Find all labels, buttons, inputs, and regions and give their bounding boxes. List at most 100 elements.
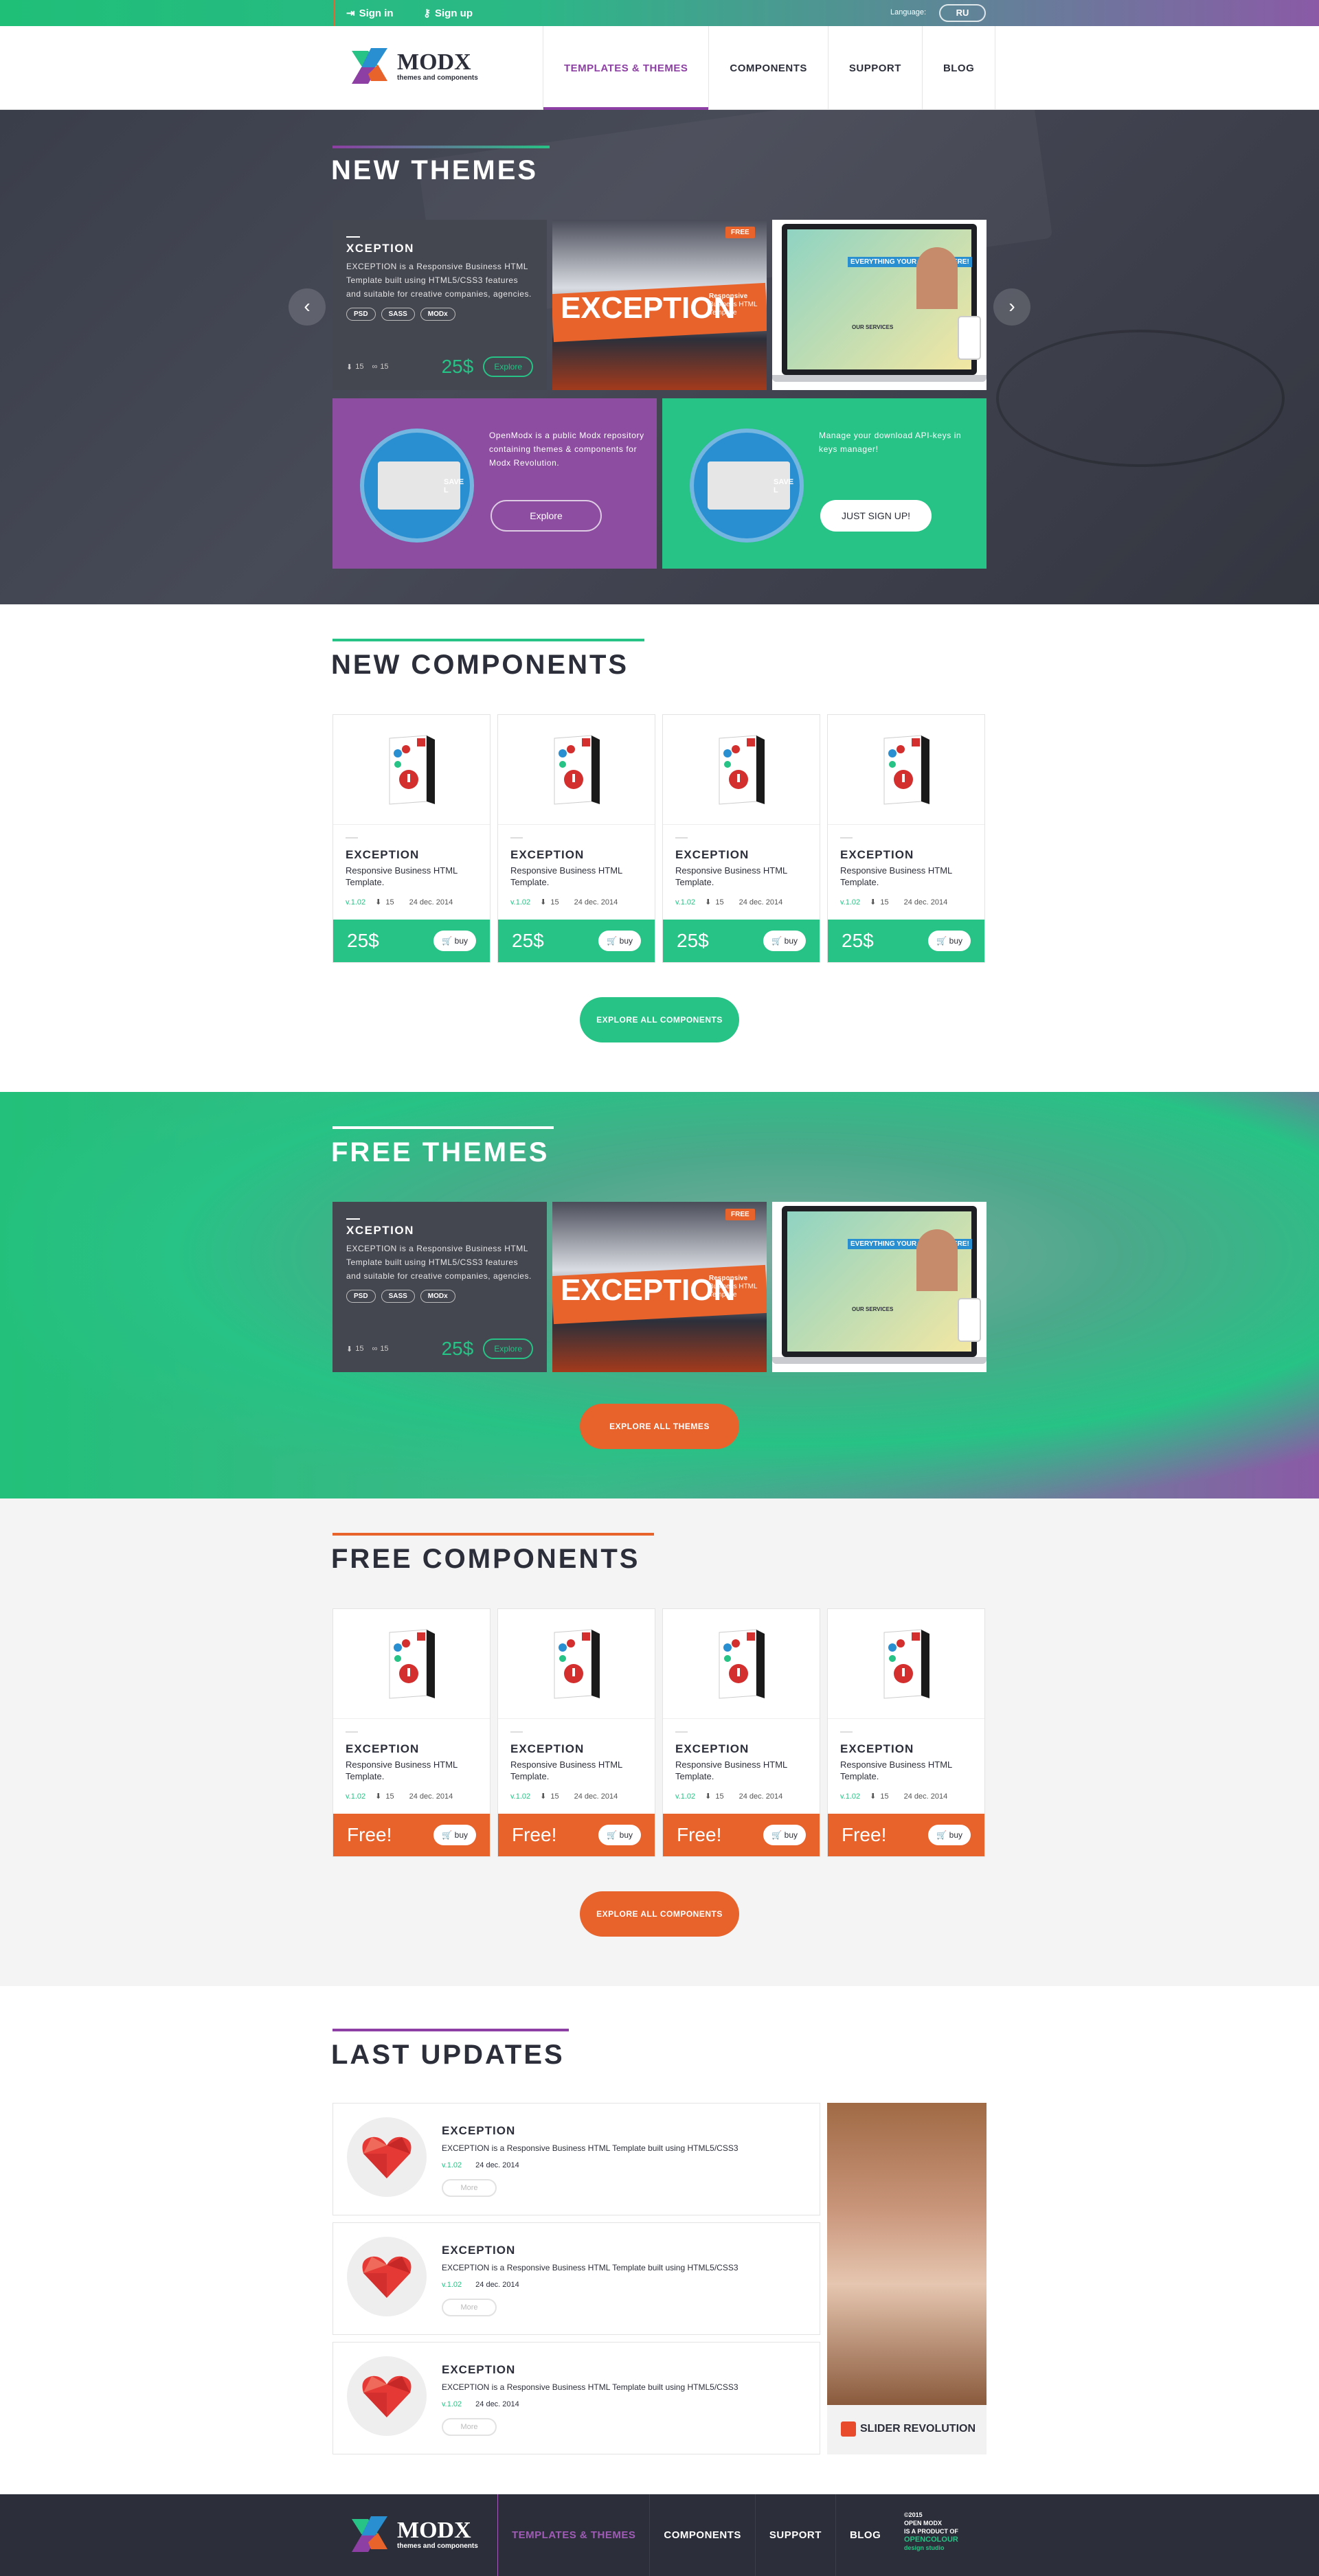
- slider-revolution-ad[interactable]: SLIDER REVOLUTION: [827, 2103, 987, 2454]
- nav-support[interactable]: SUPPORT: [828, 26, 923, 110]
- buy-button[interactable]: 🛒 buy: [433, 1825, 476, 1845]
- theme-card-footer: ⬇ 15 ∞ 15 25$ Explore: [346, 356, 533, 378]
- heart-icon: [362, 2375, 412, 2417]
- buy-button[interactable]: 🛒 buy: [763, 931, 806, 951]
- promo-explore-button[interactable]: Explore: [491, 500, 602, 532]
- views-icon: ∞: [372, 363, 378, 371]
- cart-icon: 🛒: [936, 936, 949, 946]
- buy-button[interactable]: 🛒 buy: [928, 1825, 971, 1845]
- carousel-prev-button[interactable]: ‹: [289, 288, 326, 326]
- software-box-icon: [554, 1628, 600, 1699]
- sign-up-button[interactable]: JUST SIGN UP!: [820, 500, 932, 532]
- heart-avatar: [347, 2356, 427, 2436]
- theme-description: EXCEPTION is a Responsive Business HTML …: [346, 262, 532, 299]
- free-theme-screenshot[interactable]: EXCEPTION Responsive Business HTML Templ…: [552, 1202, 767, 1372]
- footer-logo[interactable]: MODX themes and components: [348, 2512, 478, 2556]
- component-price: Free!: [677, 1824, 722, 1845]
- buy-button[interactable]: 🛒 buy: [598, 1825, 641, 1845]
- logo[interactable]: MODX themes and components: [348, 44, 478, 88]
- title-underline: [332, 1533, 654, 1536]
- free-theme-card[interactable]: XCEPTION EXCEPTION is a Responsive Busin…: [332, 1202, 547, 1372]
- sign-in-link[interactable]: ⇥ Sign in: [346, 7, 394, 20]
- theme-explore-button[interactable]: Explore: [483, 1338, 533, 1359]
- buy-button[interactable]: 🛒 buy: [928, 931, 971, 951]
- theme-explore-button[interactable]: Explore: [483, 356, 533, 377]
- download-icon: ⬇: [375, 898, 382, 907]
- component-date: 24 dec. 2014: [409, 1792, 453, 1801]
- update-version: v.1.02: [442, 2161, 462, 2169]
- footer-credits: ©2015 OPEN MODX IS A PRODUCT OF OPENCOLO…: [904, 2511, 958, 2551]
- carousel-next-button[interactable]: ›: [993, 288, 1030, 326]
- update-description: EXCEPTION is a Responsive Business HTML …: [442, 2382, 739, 2392]
- language-selector[interactable]: RU: [939, 4, 986, 22]
- tag-sass[interactable]: SASS: [381, 308, 415, 321]
- update-version: v.1.02: [442, 2400, 462, 2408]
- component-date: 24 dec. 2014: [409, 898, 453, 907]
- component-card[interactable]: EXCEPTION Responsive Business HTML Templ…: [497, 1608, 655, 1857]
- explore-themes-button[interactable]: EXPLORE ALL THEMES: [580, 1404, 739, 1449]
- more-button[interactable]: More: [442, 2299, 497, 2316]
- footer-nav-blog[interactable]: BLOG: [835, 2494, 894, 2576]
- promo-purple: SAVE L OpenModx is a public Modx reposit…: [332, 398, 657, 569]
- component-card[interactable]: EXCEPTION Responsive Business HTML Templ…: [497, 714, 655, 963]
- component-card[interactable]: EXCEPTION Responsive Business HTML Templ…: [662, 1608, 820, 1857]
- component-box-image: [498, 1609, 655, 1719]
- update-date: 24 dec. 2014: [475, 2400, 519, 2408]
- component-card[interactable]: EXCEPTION Responsive Business HTML Templ…: [332, 1608, 491, 1857]
- download-icon: ⬇: [346, 1345, 353, 1354]
- component-version: v.1.02: [346, 1792, 366, 1801]
- update-name: EXCEPTION: [442, 2124, 516, 2137]
- component-description: Responsive Business HTML Template.: [840, 1759, 952, 1781]
- download-count: 15: [715, 898, 724, 907]
- theme-screenshot-laptop[interactable]: EVERYTHING YOUR NEED IS HERE! OUR SERVIC…: [772, 220, 987, 390]
- tag-psd[interactable]: PSD: [346, 308, 376, 321]
- heart-icon: [362, 2256, 412, 2298]
- component-price: 25$: [347, 930, 379, 951]
- software-box-icon: [719, 734, 765, 805]
- price-bar: Free! 🛒 buy: [498, 1814, 655, 1856]
- component-card[interactable]: EXCEPTION Responsive Business HTML Templ…: [332, 714, 491, 963]
- theme-screenshot[interactable]: EXCEPTION Responsive Business HTML Templ…: [552, 220, 767, 390]
- theme-card[interactable]: XCEPTION EXCEPTION is a Responsive Busin…: [332, 220, 547, 390]
- buy-button[interactable]: 🛒 buy: [763, 1825, 806, 1845]
- component-card[interactable]: EXCEPTION Responsive Business HTML Templ…: [662, 714, 820, 963]
- sign-up-link[interactable]: ⚷ Sign up: [423, 7, 473, 20]
- free-theme-screenshot-laptop[interactable]: EVERYTHING YOUR NEED IS HERE! OUR SERVIC…: [772, 1202, 987, 1372]
- more-button[interactable]: More: [442, 2179, 497, 2197]
- logo-name: MODX: [397, 49, 471, 75]
- explore-free-components-button[interactable]: EXPLORE ALL COMPONENTS: [580, 1891, 739, 1937]
- component-card[interactable]: EXCEPTION Responsive Business HTML Templ…: [827, 714, 985, 963]
- price-bar: 25$ 🛒 buy: [663, 920, 820, 962]
- download-icon: ⬇: [540, 1792, 547, 1801]
- update-description: EXCEPTION is a Responsive Business HTML …: [442, 2143, 739, 2153]
- price-bar: 25$ 🛒 buy: [498, 920, 655, 962]
- tag-modx[interactable]: MODx: [420, 308, 455, 321]
- tag-sass[interactable]: SASS: [381, 1290, 415, 1303]
- component-date: 24 dec. 2014: [739, 1792, 783, 1801]
- component-card[interactable]: EXCEPTION Responsive Business HTML Templ…: [827, 1608, 985, 1857]
- person-photo: [916, 247, 958, 309]
- tag-modx[interactable]: MODx: [420, 1290, 455, 1303]
- component-description: Responsive Business HTML Template.: [675, 1759, 787, 1781]
- tag-psd[interactable]: PSD: [346, 1290, 376, 1303]
- more-button[interactable]: More: [442, 2418, 497, 2436]
- nav-templates-themes[interactable]: TEMPLATES & THEMES: [543, 26, 710, 110]
- component-date: 24 dec. 2014: [739, 898, 783, 907]
- nav-components[interactable]: COMPONENTS: [709, 26, 828, 110]
- theme-price: 25$: [441, 356, 474, 377]
- footer-nav-support[interactable]: SUPPORT: [754, 2494, 835, 2576]
- component-box-image: [663, 715, 820, 825]
- download-count: 15: [880, 1792, 889, 1801]
- last-updates-title: LAST UPDATES: [331, 2040, 565, 2070]
- free-badge: FREE: [725, 1209, 755, 1220]
- component-price: Free!: [842, 1824, 887, 1845]
- buy-button[interactable]: 🛒 buy: [433, 931, 476, 951]
- footer-nav-components[interactable]: COMPONENTS: [649, 2494, 755, 2576]
- buy-button[interactable]: 🛒 buy: [598, 931, 641, 951]
- nav-blog[interactable]: BLOG: [923, 26, 996, 110]
- header: MODX themes and components TEMPLATES & T…: [0, 26, 1319, 110]
- footer-nav-templates-themes[interactable]: TEMPLATES & THEMES: [497, 2494, 649, 2576]
- explore-components-button[interactable]: EXPLORE ALL COMPONENTS: [580, 997, 739, 1042]
- update-description: EXCEPTION is a Responsive Business HTML …: [442, 2263, 739, 2272]
- download-count: 15: [715, 1792, 724, 1801]
